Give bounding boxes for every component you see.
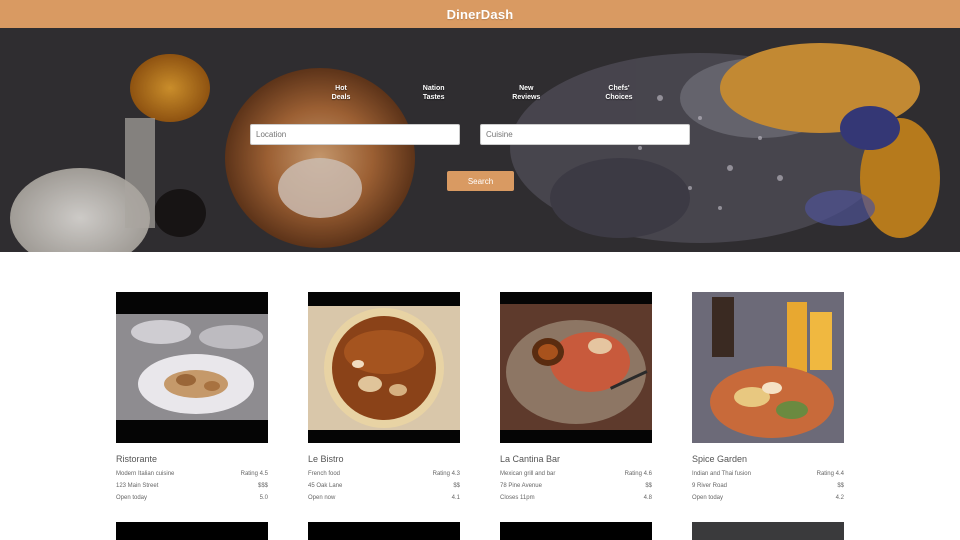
- restaurant-photo[interactable]: [692, 292, 844, 443]
- restaurant-card[interactable]: [692, 522, 844, 540]
- restaurant-photo[interactable]: [116, 292, 268, 443]
- search-button[interactable]: Search: [447, 171, 514, 191]
- restaurant-card[interactable]: [500, 522, 652, 540]
- hero-banner: Hot Deals Nation Tastes New Reviews Chef…: [0, 28, 960, 252]
- meta-row: 9 River Road $$: [692, 483, 844, 489]
- restaurant-card[interactable]: Spice Garden Indian and Thai fusion Rati…: [692, 292, 844, 504]
- restaurant-card[interactable]: [308, 522, 460, 540]
- meta-row: Indian and Thai fusion Rating 4.4: [692, 471, 844, 477]
- hero-nav: Hot Deals Nation Tastes New Reviews Chef…: [310, 84, 650, 102]
- restaurant-photo[interactable]: [500, 292, 652, 443]
- meta-row: 123 Main Street $$$: [116, 483, 268, 489]
- top-bar: DinerDash: [0, 0, 960, 28]
- cuisine-input[interactable]: [480, 124, 690, 145]
- brand-logo[interactable]: DinerDash: [447, 7, 514, 22]
- restaurant-name[interactable]: Ristorante: [116, 454, 268, 466]
- meta-row: Open today 5.0: [116, 495, 268, 501]
- location-input[interactable]: [250, 124, 460, 145]
- restaurant-meta: French food Rating 4.3 45 Oak Lane $$ Op…: [308, 468, 460, 504]
- restaurant-name[interactable]: Le Bistro: [308, 454, 460, 466]
- restaurant-grid-row-2: [116, 522, 844, 540]
- restaurant-photo[interactable]: [116, 522, 268, 540]
- meta-row: 45 Oak Lane $$: [308, 483, 460, 489]
- restaurant-card[interactable]: La Cantina Bar Mexican grill and bar Rat…: [500, 292, 652, 504]
- meta-row: French food Rating 4.3: [308, 471, 460, 477]
- restaurant-grid: Ristorante Modern Italian cuisine Rating…: [116, 292, 844, 504]
- restaurant-photo[interactable]: [308, 292, 460, 443]
- restaurant-name[interactable]: La Cantina Bar: [500, 454, 652, 466]
- meta-row: Mexican grill and bar Rating 4.6: [500, 471, 652, 477]
- restaurant-photo[interactable]: [500, 522, 652, 540]
- restaurant-meta: Mexican grill and bar Rating 4.6 78 Pine…: [500, 468, 652, 504]
- restaurant-name[interactable]: Spice Garden: [692, 454, 844, 466]
- search-row: [250, 124, 690, 145]
- restaurant-card[interactable]: Ristorante Modern Italian cuisine Rating…: [116, 292, 268, 504]
- restaurant-card[interactable]: Le Bistro French food Rating 4.3 45 Oak …: [308, 292, 460, 504]
- meta-row: Modern Italian cuisine Rating 4.5: [116, 471, 268, 477]
- meta-row: 78 Pine Avenue $$: [500, 483, 652, 489]
- meta-row: Open now 4.1: [308, 495, 460, 501]
- nav-new-reviews[interactable]: New Reviews: [495, 84, 557, 102]
- restaurant-photo[interactable]: [692, 522, 844, 540]
- restaurant-meta: Indian and Thai fusion Rating 4.4 9 Rive…: [692, 468, 844, 504]
- restaurant-card[interactable]: [116, 522, 268, 540]
- nav-chefs-choices[interactable]: Chefs' Choices: [588, 84, 650, 102]
- nav-nation-tastes[interactable]: Nation Tastes: [403, 84, 465, 102]
- meta-row: Closes 11pm 4.8: [500, 495, 652, 501]
- meta-row: Open today 4.2: [692, 495, 844, 501]
- nav-hot-deals[interactable]: Hot Deals: [310, 84, 372, 102]
- restaurant-photo[interactable]: [308, 522, 460, 540]
- restaurant-meta: Modern Italian cuisine Rating 4.5 123 Ma…: [116, 468, 268, 504]
